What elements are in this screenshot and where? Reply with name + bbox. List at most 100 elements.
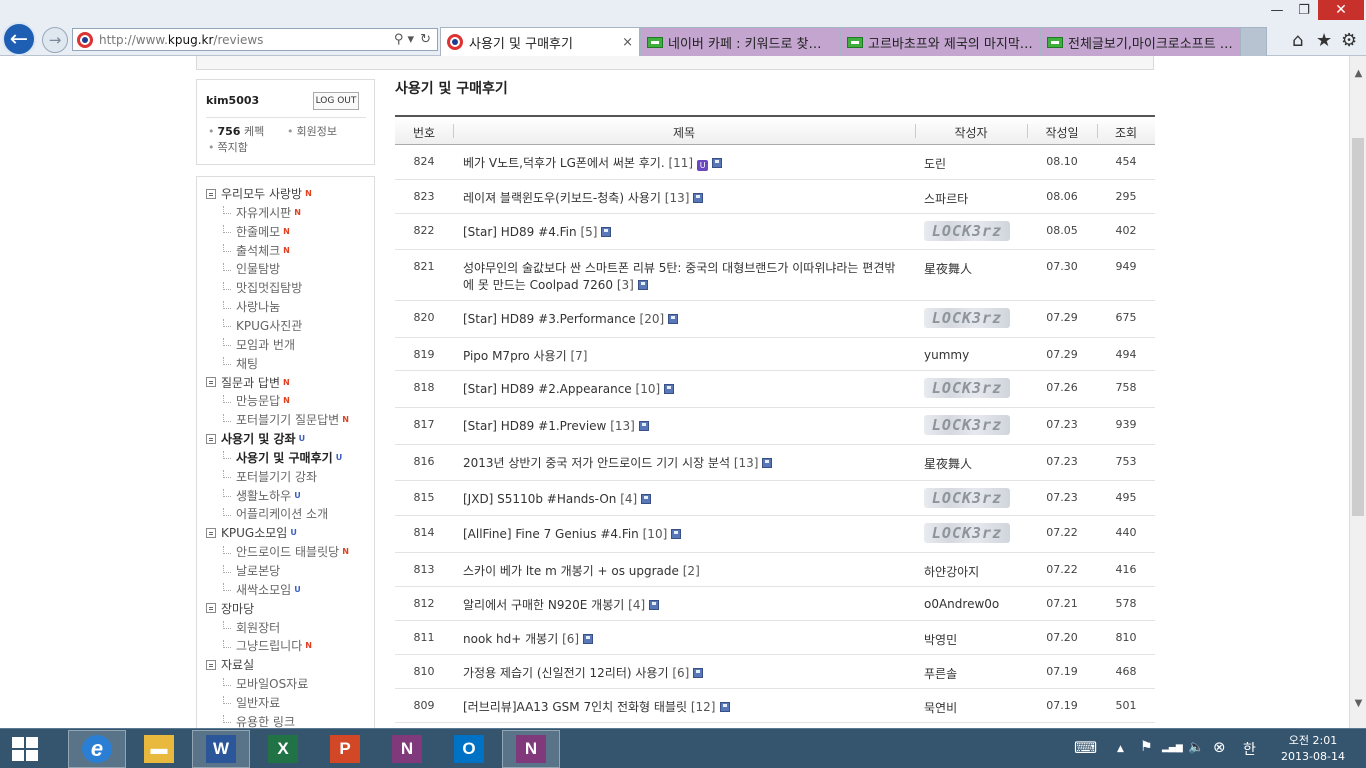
author-name[interactable]: 星夜舞人	[924, 260, 972, 277]
vertical-scrollbar[interactable]: ▲ ▼	[1349, 56, 1366, 728]
post-subject-link[interactable]: [Star] HD89 #2.Appearance [10]	[463, 381, 905, 398]
author-image-name[interactable]: LOCK3rz	[924, 488, 1010, 508]
tab-active[interactable]: 사용기 및 구매후기 ×	[440, 27, 640, 56]
author-name[interactable]: o0Andrew0o	[924, 597, 999, 611]
sidebar-item[interactable]: 어플리케이션 소개	[223, 505, 328, 522]
tab-gorbachev[interactable]: 고르바초프와 제국의 마지막 : ...	[840, 27, 1040, 56]
author-image-name[interactable]: LOCK3rz	[924, 221, 1010, 241]
sidebar-item[interactable]: 자료실	[206, 656, 254, 673]
author-name[interactable]: 스파르타	[924, 190, 968, 207]
sidebar-item[interactable]: 우리모두 사랑방 N	[206, 185, 312, 202]
author-name[interactable]: yummy	[924, 348, 969, 362]
sidebar-item[interactable]: 안드로이드 태블릿당 N	[223, 543, 349, 560]
maximize-button[interactable]: ❐	[1290, 0, 1318, 20]
post-subject-link[interactable]: [Star] HD89 #3.Performance [20]	[463, 311, 905, 328]
sidebar-item[interactable]: 모임과 번개	[223, 336, 295, 353]
table-row[interactable]: 817 [Star] HD89 #1.Preview [13] LOCK3rz 07.…	[395, 408, 1155, 445]
table-row[interactable]: 820 [Star] HD89 #3.Performance [20] LOCK3r…	[395, 301, 1155, 338]
post-subject-link[interactable]: [러브리뷰]AA13 GSM 7인치 전화형 태블릿 [12]	[463, 699, 905, 716]
author-name[interactable]: 박영민	[924, 631, 957, 648]
taskbar-internet-explorer-button[interactable]: e	[68, 730, 126, 768]
post-subject-link[interactable]: [Star] HD89 #4.Fin [5]	[463, 224, 905, 241]
sidebar-item[interactable]: 회원장터	[223, 619, 280, 636]
tab-microsoft[interactable]: 전체글보기,마이크로소프트 공...	[1040, 27, 1240, 56]
sidebar-item[interactable]: 포터블기기 강좌	[223, 468, 317, 485]
sidebar-item[interactable]: 유용한 링크	[223, 713, 295, 728]
clock[interactable]: 오전 2:01 2013-08-14	[1272, 733, 1354, 765]
author-name[interactable]: 푸른솔	[924, 665, 957, 682]
volume-icon[interactable]: 🔈	[1188, 740, 1204, 755]
sidebar-item[interactable]: 모바일OS자료	[223, 675, 308, 692]
table-row[interactable]: 824 베가 V노트,덕후가 LG폰에서 써본 후기. [11] U 도린 08.10 4…	[395, 145, 1155, 180]
points-link[interactable]: • 756 케펙	[208, 123, 264, 139]
post-subject-link[interactable]: 2013년 상반기 중국 저가 안드로이드 기기 시장 분석 [13]	[463, 455, 905, 472]
scroll-up-icon[interactable]: ▲	[1351, 68, 1366, 79]
chevron-up-icon[interactable]: ▲	[1117, 744, 1124, 754]
taskbar-file-explorer-button[interactable]: ▬	[130, 730, 188, 768]
ime-hangul-indicator[interactable]: 한	[1243, 739, 1256, 759]
post-subject-link[interactable]: [JXD] S5110b #Hands-On [4]	[463, 491, 905, 508]
sidebar-item[interactable]: 자유게시판 N	[223, 204, 301, 221]
new-tab-button[interactable]	[1240, 27, 1267, 56]
sidebar-item[interactable]: 한줄메모 N	[223, 223, 290, 240]
sidebar-item[interactable]: KPUG사진관	[223, 317, 302, 334]
post-subject-link[interactable]: 베가 V노트,덕후가 LG폰에서 써본 후기. [11] U	[463, 155, 905, 172]
table-row[interactable]: 812 알리에서 구매한 N920E 개봉기 [4] o0Andrew0o 07.21…	[395, 587, 1155, 621]
taskbar-outlook-button[interactable]: O	[440, 730, 498, 768]
taskbar-excel-button[interactable]: X	[254, 730, 312, 768]
author-name[interactable]: 星夜舞人	[924, 455, 972, 472]
table-row[interactable]: 821 성야무인의 술값보다 싼 스마트폰 리뷰 5탄: 중국의 대형브랜드가 이…	[395, 250, 1155, 301]
scroll-down-icon[interactable]: ▼	[1351, 698, 1366, 709]
sidebar-item[interactable]: 일반자료	[223, 694, 280, 711]
network-signal-icon[interactable]: ▂▄▆	[1162, 743, 1183, 753]
sidebar-item[interactable]: 사용기 및 강좌 U	[206, 430, 305, 447]
gear-icon[interactable]: ⚙	[1341, 30, 1357, 51]
post-subject-link[interactable]: nook hd+ 개봉기 [6]	[463, 631, 905, 648]
forward-button[interactable]: →	[42, 27, 68, 53]
table-row[interactable]: 809 [러브리뷰]AA13 GSM 7인치 전화형 태블릿 [12] 묵연비 07.…	[395, 689, 1155, 723]
sidebar-item[interactable]: KPUG소모임 U	[206, 524, 297, 541]
post-subject-link[interactable]: [AllFine] Fine 7 Genius #4.Fin [10]	[463, 526, 905, 543]
sidebar-item[interactable]: 날로본당	[223, 562, 280, 579]
address-bar[interactable]: http://www.kpug.kr/reviews ⚲ ▾ ↻	[72, 28, 438, 51]
sidebar-item[interactable]: 인물탐방	[223, 260, 280, 277]
table-row[interactable]: 815 [JXD] S5110b #Hands-On [4] LOCK3rz 07.2…	[395, 481, 1155, 516]
table-row[interactable]: 811 nook hd+ 개봉기 [6] 박영민 07.20 810	[395, 621, 1155, 655]
table-row[interactable]: 818 [Star] HD89 #2.Appearance [10] LOCK3rz…	[395, 371, 1155, 408]
sidebar-item[interactable]: 새싹소모임 U	[223, 581, 301, 598]
action-center-flag-icon[interactable]: ⚑	[1140, 739, 1153, 755]
post-subject-link[interactable]: 가정용 제습기 (신일전기 12리터) 사용기 [6]	[463, 665, 905, 682]
taskbar-powerpoint-button[interactable]: P	[316, 730, 374, 768]
author-image-name[interactable]: LOCK3rz	[924, 523, 1010, 543]
tab-close-icon[interactable]: ×	[616, 35, 633, 50]
table-row[interactable]: 813 스카이 베가 lte m 개봉기 + os upgrade [2] 하얀강아…	[395, 553, 1155, 587]
post-subject-link[interactable]: Pipo M7pro 사용기 [7]	[463, 348, 905, 365]
minimize-button[interactable]: —	[1264, 0, 1290, 20]
search-dropdown-icon[interactable]: ⚲ ▾	[394, 32, 414, 47]
sidebar-item[interactable]: 포터블기기 질문답변 N	[223, 411, 349, 428]
sidebar-item[interactable]: 만능문답 N	[223, 392, 290, 409]
post-subject-link[interactable]: 성야무인의 술값보다 싼 스마트폰 리뷰 5탄: 중국의 대형브랜드가 이따위냐…	[463, 260, 905, 294]
home-icon[interactable]: ⌂	[1292, 30, 1303, 51]
messages-link[interactable]: • 쪽지함	[208, 139, 248, 155]
table-row[interactable]: 810 가정용 제습기 (신일전기 12리터) 사용기 [6] 푸른솔 07.19 46…	[395, 655, 1155, 689]
post-subject-link[interactable]: 스카이 베가 lte m 개봉기 + os upgrade [2]	[463, 563, 905, 580]
author-name[interactable]: 도린	[924, 155, 946, 172]
sidebar-item[interactable]: 장마당	[206, 600, 254, 617]
scroll-thumb[interactable]	[1352, 138, 1364, 516]
author-image-name[interactable]: LOCK3rz	[924, 415, 1010, 435]
url-text[interactable]: http://www.kpug.kr/reviews	[99, 33, 394, 47]
sidebar-item[interactable]: 질문과 답변 N	[206, 374, 290, 391]
sidebar-item[interactable]: 그냥드립니다 N	[223, 637, 312, 654]
keyboard-icon[interactable]: ⌨	[1074, 738, 1097, 757]
post-subject-link[interactable]: 레이져 블랙윈도우(키보드-청축) 사용기 [13]	[463, 190, 905, 207]
close-circle-icon[interactable]: ⊗	[1213, 738, 1226, 756]
taskbar-onenote-button[interactable]: N	[378, 730, 436, 768]
author-image-name[interactable]: LOCK3rz	[924, 308, 1010, 328]
member-info-link[interactable]: • 회원정보	[287, 123, 337, 139]
taskbar-onenote-clip-button[interactable]: N	[502, 730, 560, 768]
author-name[interactable]: 하얀강아지	[924, 563, 979, 580]
start-windows-icon[interactable]	[12, 737, 38, 761]
taskbar-word-button[interactable]: W	[192, 730, 250, 768]
sidebar-item[interactable]: 사랑나눔	[223, 298, 280, 315]
